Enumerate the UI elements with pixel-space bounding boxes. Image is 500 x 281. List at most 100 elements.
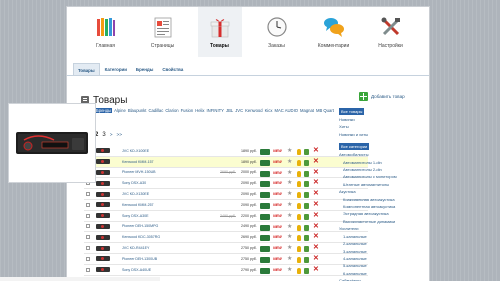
sidebar-category-link[interactable]: Автомагнитолы 1-din	[339, 159, 419, 166]
sidebar-filter-link[interactable]: Новинки и хиты	[339, 131, 419, 138]
brand-link[interactable]: JBL	[226, 108, 233, 113]
new-badge-icon[interactable]: NEW	[273, 214, 284, 220]
delete-icon[interactable]: ✕	[313, 265, 319, 273]
image-icon[interactable]	[260, 235, 270, 242]
star-icon[interactable]: ★	[287, 147, 293, 154]
product-name-link[interactable]: Pioneer DEH-1300UB	[122, 257, 157, 261]
product-name-link[interactable]: Kenwood KMM-157	[122, 160, 154, 164]
brand-link[interactable]: Helix	[195, 108, 204, 113]
brand-link[interactable]: Kicx	[265, 108, 273, 113]
bulb-icon[interactable]	[297, 149, 301, 155]
new-badge-icon[interactable]: NEW	[273, 246, 284, 252]
row-checkbox[interactable]	[86, 256, 90, 261]
delete-icon[interactable]: ✕	[313, 178, 319, 186]
row-checkbox[interactable]	[86, 235, 90, 240]
image-icon[interactable]	[260, 159, 270, 166]
bulb-icon[interactable]	[297, 202, 301, 209]
row-checkbox[interactable]	[86, 246, 90, 251]
new-badge-icon[interactable]: NEW	[273, 160, 284, 166]
product-name-link[interactable]: Sony DSX-A40UE	[122, 268, 151, 272]
edit-icon[interactable]	[304, 256, 309, 263]
edit-icon[interactable]	[304, 235, 309, 242]
table-row[interactable]: Kenwood KMM-157 1890 руб. NEW ★ ✕	[84, 156, 368, 168]
star-icon[interactable]: ★	[287, 223, 293, 230]
product-name-link[interactable]: Kenwood KDC-3057RG	[122, 235, 160, 239]
delete-icon[interactable]: ✕	[313, 168, 319, 176]
star-icon[interactable]: ★	[287, 212, 293, 219]
product-name-link[interactable]: Pioneer MVH-150UB	[122, 170, 156, 174]
nav-orders[interactable]: Заказы	[255, 7, 299, 57]
sidebar-category-link[interactable]: Автомобилисты	[339, 151, 419, 158]
edit-icon[interactable]	[304, 170, 309, 177]
sidebar-category-link[interactable]: Эстрадная автоакустика	[339, 210, 419, 217]
sidebar-category-link[interactable]: 6-канальные	[339, 270, 419, 277]
star-icon[interactable]: ★	[287, 190, 293, 197]
delete-icon[interactable]: ✕	[313, 157, 319, 165]
sidebar-category-link[interactable]: Усилители	[339, 225, 419, 232]
brand-link[interactable]: Blaupunkt	[128, 108, 147, 113]
bulb-icon[interactable]	[297, 267, 301, 274]
row-checkbox[interactable]	[86, 192, 90, 197]
table-row[interactable]: Pioneer DEH-150MPG 2490 руб. NEW ★ ✕	[84, 222, 368, 233]
page-link-more[interactable]: >	[110, 132, 113, 138]
star-icon[interactable]: ★	[287, 201, 293, 208]
product-name-link[interactable]: JVC KD-X100EE	[122, 149, 149, 153]
sidebar-category-link[interactable]: 4-канальные	[339, 255, 419, 262]
delete-icon[interactable]: ✕	[313, 211, 319, 219]
sidebar-category-link[interactable]: Автомагнитолы с монитором	[339, 173, 419, 180]
product-name-link[interactable]: JVC KD-X130EE	[122, 192, 149, 196]
edit-icon[interactable]	[304, 159, 309, 166]
image-icon[interactable]	[260, 192, 270, 199]
brand-link[interactable]: Alpine	[114, 108, 126, 113]
brand-link[interactable]: Clarion	[165, 108, 178, 113]
brand-link[interactable]: MB Quart	[316, 108, 334, 113]
star-icon[interactable]: ★	[287, 233, 293, 240]
star-icon[interactable]: ★	[287, 266, 293, 273]
tab-categories[interactable]: Категории	[101, 63, 131, 75]
new-badge-icon[interactable]: NEW	[273, 171, 284, 177]
row-checkbox[interactable]	[86, 267, 90, 272]
image-icon[interactable]	[260, 256, 270, 263]
bulb-icon[interactable]	[297, 159, 301, 166]
sidebar-category-link[interactable]: Компонентная автоакустика	[339, 203, 419, 210]
table-row[interactable]: Sony DSX-A40UE 2790 руб. NEW ★ ✕	[84, 265, 368, 276]
delete-icon[interactable]: ✕	[313, 189, 319, 197]
new-badge-icon[interactable]: NEW	[273, 181, 284, 187]
sidebar-category-link[interactable]: Коаксиальная автоакустика	[339, 196, 419, 203]
tab-brands[interactable]: Бренды	[132, 63, 157, 75]
nav-main[interactable]: Главная	[84, 7, 128, 57]
table-row[interactable]: Kenwood KMM-257 2090 руб. NEW ★ ✕	[84, 200, 368, 211]
row-checkbox[interactable]	[86, 202, 90, 207]
star-icon[interactable]: ★	[287, 244, 293, 251]
table-row[interactable]: JVC KD-R441EY 2750 руб. NEW ★ ✕	[84, 243, 368, 254]
bulb-icon[interactable]	[297, 246, 301, 253]
new-badge-icon[interactable]: NEW	[273, 257, 284, 263]
bulb-icon[interactable]	[297, 213, 301, 220]
image-icon[interactable]	[260, 202, 270, 209]
edit-icon[interactable]	[304, 267, 309, 274]
delete-icon[interactable]: ✕	[313, 254, 319, 262]
star-icon[interactable]: ★	[287, 158, 293, 165]
product-name-link[interactable]: Pioneer DEH-150MPG	[122, 224, 158, 228]
sidebar-category-link[interactable]: Акустика	[339, 188, 419, 195]
image-icon[interactable]	[260, 246, 270, 253]
nav-products[interactable]: Товары	[197, 7, 242, 57]
edit-icon[interactable]	[304, 181, 309, 188]
delete-icon[interactable]: ✕	[313, 222, 319, 230]
sidebar-category-link[interactable]: 2-канальные	[339, 240, 419, 247]
bulb-icon[interactable]	[297, 192, 301, 199]
sidebar-filter-link[interactable]: Новинки	[339, 116, 419, 123]
sidebar-all-categories[interactable]: Все категории	[339, 143, 370, 151]
brand-link[interactable]: Kenwood	[245, 108, 262, 113]
table-row[interactable]: Pioneer MVH-150UB 2690 руб. 2000 руб. NEW ★ ✕	[84, 168, 368, 179]
brand-link[interactable]: INFINITY	[207, 108, 224, 113]
edit-icon[interactable]	[304, 246, 309, 253]
brand-link[interactable]: Fusion	[181, 108, 194, 113]
product-name-link[interactable]: JVC KD-R441EY	[122, 246, 149, 250]
brand-link[interactable]: MAC AUDIO	[275, 108, 299, 113]
bulb-icon[interactable]	[297, 235, 301, 242]
image-icon[interactable]	[260, 149, 270, 155]
brand-link-all[interactable]: Бренды	[95, 108, 113, 113]
row-checkbox[interactable]	[86, 224, 90, 229]
table-row[interactable]: Sony DSX-A30E 3490 руб. 2200 руб. NEW ★ ✕	[84, 211, 368, 222]
